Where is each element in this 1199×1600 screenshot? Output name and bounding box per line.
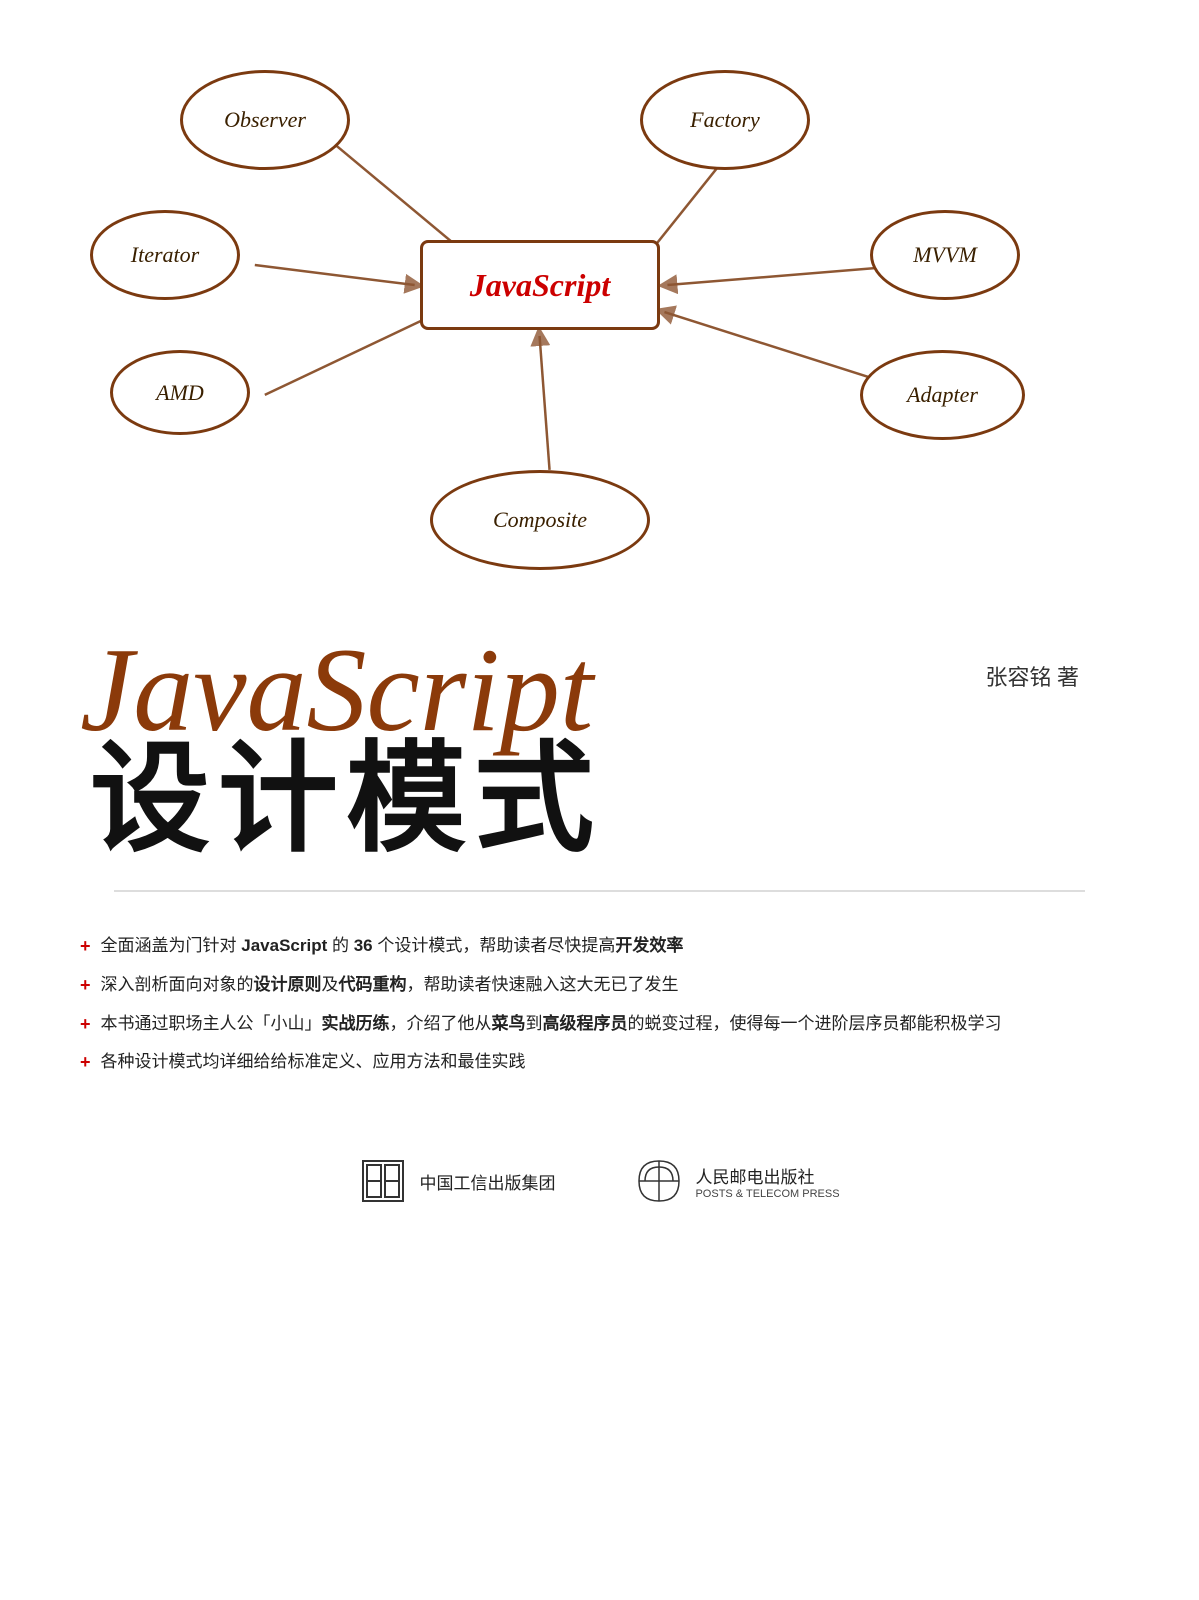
author-block: 张容铭 著	[985, 660, 1079, 692]
bubble-factory-label: Factory	[690, 107, 760, 133]
publisher-logo-2	[635, 1157, 683, 1205]
bubble-amd-label: AMD	[156, 380, 204, 406]
section-divider	[114, 890, 1085, 892]
publisher-name-2: 人民邮电出版社 POSTS & TELECOM PRESS	[695, 1163, 839, 1200]
publisher-name-1: 中国工信出版集团	[419, 1169, 555, 1194]
bubble-iterator: Iterator	[90, 210, 240, 300]
bullet-text-3: 本书通过职场主人公「小山」实战历练，介绍了他从菜鸟到高级程序员的蜕变过程，使得每…	[101, 1010, 1119, 1037]
bullet-text-2: 深入剖析面向对象的设计原则及代码重构，帮助读者快速融入这大无已了发生	[101, 971, 1119, 998]
bold-novice: 菜鸟	[492, 1014, 526, 1033]
diagram-section: Observer Factory Iterator MVVM AMD Adapt…	[60, 40, 1139, 600]
bubble-adapter-label: Adapter	[907, 382, 978, 408]
bubble-amd: AMD	[110, 350, 250, 435]
bubble-factory: Factory	[640, 70, 810, 170]
bold-practice: 实战历练	[322, 1014, 390, 1033]
bullet-item-1: + 全面涵盖为门针对 JavaScript 的 36 个设计模式，帮助读者尽快提…	[80, 932, 1119, 961]
bubble-observer-label: Observer	[224, 107, 306, 133]
publisher-item-2: 人民邮电出版社 POSTS & TELECOM PRESS	[635, 1157, 839, 1205]
bullet-text-4: 各种设计模式均详细给给标准定义、应用方法和最佳实践	[101, 1048, 1119, 1075]
publisher-item-1: 中国工信出版集团	[359, 1157, 555, 1205]
bullet-plus-2: +	[80, 971, 91, 1000]
bold-36: 36	[354, 936, 373, 955]
bold-javascript: JavaScript	[241, 936, 327, 955]
publisher-logo-1	[359, 1157, 407, 1205]
bullet-item-2: + 深入剖析面向对象的设计原则及代码重构，帮助读者快速融入这大无已了发生	[80, 971, 1119, 1000]
chinese-title: 设计模式	[80, 740, 1139, 860]
book-cover: Observer Factory Iterator MVVM AMD Adapt…	[0, 0, 1199, 1600]
bold-senior: 高级程序员	[543, 1014, 628, 1033]
bullet-plus-4: +	[80, 1048, 91, 1077]
center-box: JavaScript	[420, 240, 660, 330]
bullet-plus-1: +	[80, 932, 91, 961]
bullets-section: + 全面涵盖为门针对 JavaScript 的 36 个设计模式，帮助读者尽快提…	[60, 912, 1139, 1107]
bullet-text-1: 全面涵盖为门针对 JavaScript 的 36 个设计模式，帮助读者尽快提高开…	[101, 932, 1119, 959]
author-text: 张容铭 著	[985, 665, 1079, 690]
bubble-adapter: Adapter	[860, 350, 1025, 440]
bubble-mvvm: MVVM	[870, 210, 1020, 300]
center-box-label: JavaScript	[470, 267, 610, 304]
bold-dev-efficiency: 开发效率	[615, 936, 683, 955]
bubble-observer: Observer	[180, 70, 350, 170]
bubble-composite: Composite	[430, 470, 650, 570]
bubble-mvvm-label: MVVM	[913, 242, 977, 268]
bubble-composite-label: Composite	[493, 507, 587, 533]
js-title: JavaScript	[80, 630, 593, 750]
bullet-item-3: + 本书通过职场主人公「小山」实战历练，介绍了他从菜鸟到高级程序员的蜕变过程，使…	[80, 1010, 1119, 1039]
title-section: JavaScript 张容铭 著 设计模式	[60, 620, 1139, 880]
bullet-plus-3: +	[80, 1010, 91, 1039]
bullet-item-4: + 各种设计模式均详细给给标准定义、应用方法和最佳实践	[80, 1048, 1119, 1077]
bold-refactor: 代码重构	[339, 975, 407, 994]
publisher-section: 中国工信出版集团 人民邮电出版社 POSTS & TELECOM PRESS	[60, 1137, 1139, 1225]
bubble-iterator-label: Iterator	[131, 242, 199, 268]
bold-design-principles: 设计原则	[254, 975, 322, 994]
